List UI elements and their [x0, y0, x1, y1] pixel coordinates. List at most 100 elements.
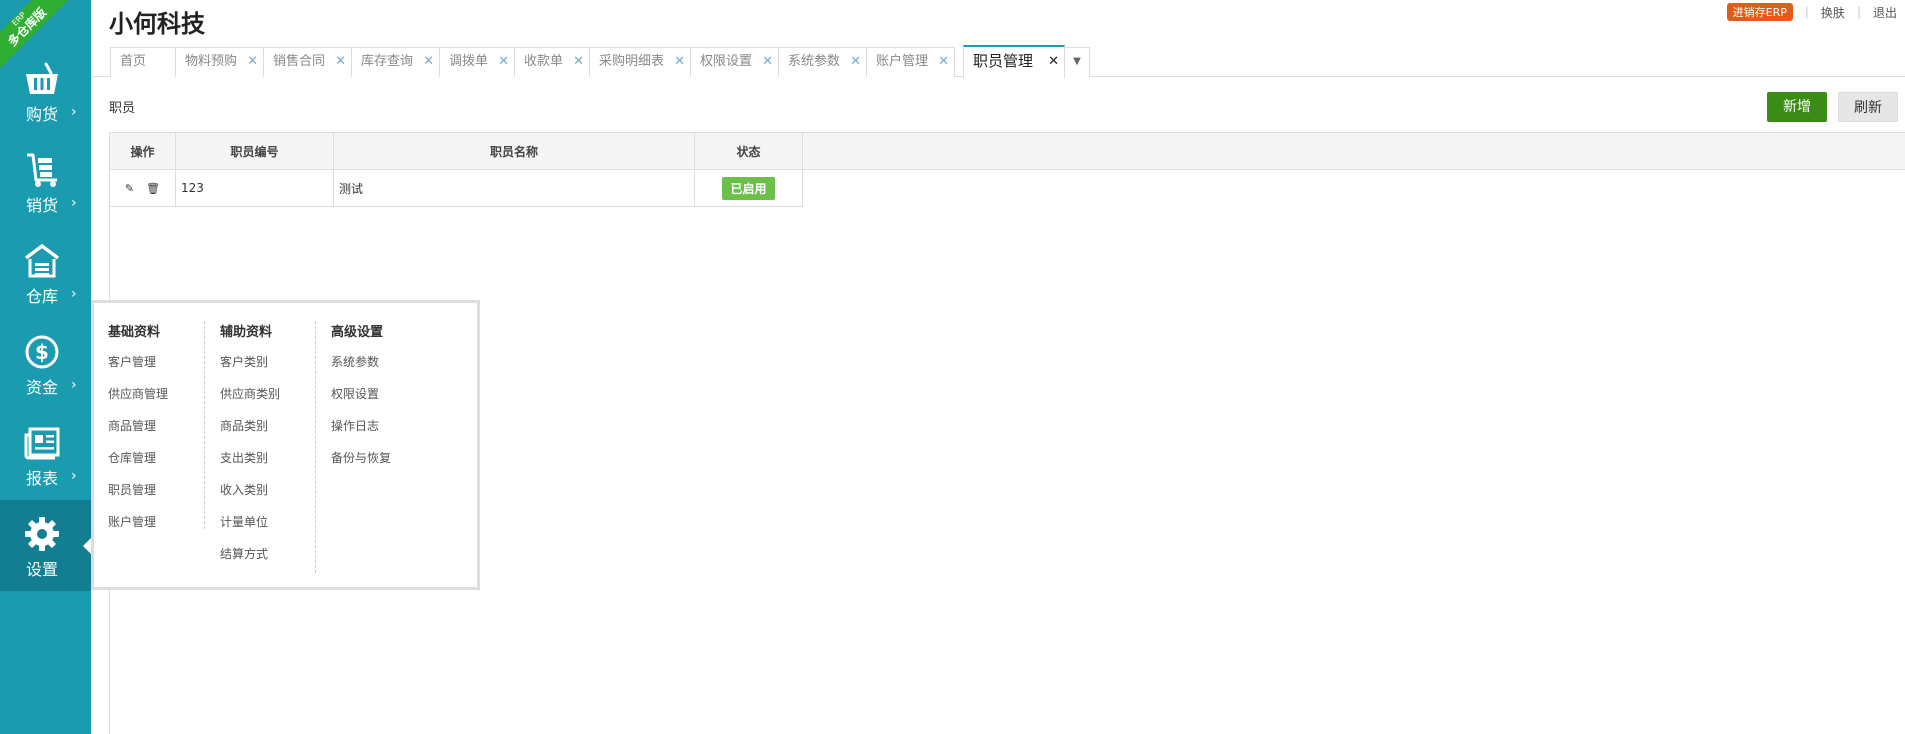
caret-down-icon: ▼ — [1073, 56, 1081, 67]
dollar-icon: $ — [25, 335, 59, 369]
column-divider — [315, 321, 316, 573]
menu-column-title: 辅助资料 — [220, 325, 273, 340]
column-divider — [204, 321, 205, 529]
close-icon[interactable]: ✕ — [1048, 47, 1059, 76]
close-icon[interactable]: ✕ — [573, 48, 584, 76]
close-icon[interactable]: ✕ — [498, 48, 509, 76]
table-row[interactable]: ✎ 🗑 123 测试 已启用 — [109, 169, 803, 207]
sidebar: ERP 多仓库版 购货 › 销货 › 仓库 › $ 资金 › 报表 › 设置 — [0, 0, 91, 734]
menu-item-product-management[interactable]: 商品管理 — [108, 417, 168, 436]
tab-more-dropdown[interactable]: ▼ — [1064, 47, 1090, 77]
menu-item-permissions[interactable]: 权限设置 — [331, 385, 391, 404]
menu-item-settlement-method[interactable]: 结算方式 — [220, 545, 280, 564]
chevron-right-icon: › — [71, 286, 77, 302]
add-button[interactable]: 新增 — [1767, 92, 1827, 122]
tab-permissions[interactable]: 权限设置 ✕ — [690, 47, 779, 77]
tab-system-params[interactable]: 系统参数 ✕ — [778, 47, 867, 77]
skin-link[interactable]: 换肤 — [1821, 4, 1845, 21]
staff-table: 操作 职员编号 职员名称 状态 ✎ 🗑 123 测试 已启用 — [109, 132, 803, 207]
nav-item-finance[interactable]: $ 资金 › — [0, 318, 91, 409]
menu-item-account-management[interactable]: 账户管理 — [108, 513, 168, 532]
close-icon[interactable]: ✕ — [938, 48, 949, 76]
delete-icon[interactable]: 🗑 — [146, 182, 160, 195]
table-header-extension — [801, 132, 1905, 170]
tab-account-management[interactable]: 账户管理 ✕ — [866, 47, 955, 77]
menu-item-measurement-unit[interactable]: 计量单位 — [220, 513, 280, 532]
settings-flyout-menu: 基础资料 客户管理 供应商管理 商品管理 仓库管理 职员管理 账户管理 辅助资料… — [91, 300, 480, 590]
col-header-actions: 操作 — [109, 132, 176, 170]
menu-column-basic: 基础资料 客户管理 供应商管理 商品管理 仓库管理 职员管理 账户管理 — [108, 321, 168, 532]
tab-label: 账户管理 — [876, 54, 929, 69]
menu-item-staff-management[interactable]: 职员管理 — [108, 481, 168, 500]
tab-label: 调拨单 — [449, 54, 489, 69]
warehouse-icon — [24, 244, 60, 278]
tab-bar: 首页 物料预购 ✕ 销售合同 ✕ 库存查询 ✕ 调拨单 ✕ 收款单 ✕ 采购明细… — [91, 45, 1905, 78]
tab-sales-contract[interactable]: 销售合同 ✕ — [263, 47, 352, 77]
col-header-name[interactable]: 职员名称 — [333, 132, 695, 170]
chevron-right-icon: › — [71, 377, 77, 393]
active-caret — [83, 538, 91, 554]
close-icon[interactable]: ✕ — [762, 48, 773, 76]
tab-label: 销售合同 — [273, 54, 326, 69]
brand-title: 小何科技 — [109, 10, 205, 38]
tab-purchase-details[interactable]: 采购明细表 ✕ — [589, 47, 691, 77]
erp-badge[interactable]: 进销存ERP — [1726, 3, 1793, 21]
status-badge: 已启用 — [722, 176, 775, 200]
nav-item-purchase[interactable]: 购货 › — [0, 45, 91, 136]
menu-item-operation-log[interactable]: 操作日志 — [331, 417, 391, 436]
basket-icon — [26, 62, 58, 94]
tab-label: 库存查询 — [361, 54, 414, 69]
close-icon[interactable]: ✕ — [423, 48, 434, 76]
logout-link[interactable]: 退出 — [1873, 4, 1897, 21]
report-icon — [24, 427, 60, 460]
nav-item-warehouse[interactable]: 仓库 › — [0, 227, 91, 318]
nav-label: 设置 — [25, 560, 58, 579]
menu-column-auxiliary: 辅助资料 客户类别 供应商类别 商品类别 支出类别 收入类别 计量单位 结算方式 — [220, 321, 280, 564]
nav-item-sales[interactable]: 销货 › — [0, 136, 91, 227]
tab-inventory-query[interactable]: 库存查询 ✕ — [351, 47, 440, 77]
menu-item-income-category[interactable]: 收入类别 — [220, 481, 280, 500]
col-header-code[interactable]: 职员编号 — [175, 132, 334, 170]
cart-icon — [27, 153, 57, 187]
tab-label: 采购明细表 — [599, 54, 665, 69]
menu-item-expense-category[interactable]: 支出类别 — [220, 449, 280, 468]
close-icon[interactable]: ✕ — [335, 48, 346, 76]
svg-text:$: $ — [35, 340, 49, 364]
tab-receipt[interactable]: 收款单 ✕ — [514, 47, 590, 77]
cell-status: 已启用 — [694, 169, 803, 207]
gear-icon — [25, 517, 59, 551]
nav-item-settings[interactable]: 设置 — [0, 500, 91, 591]
row-actions: ✎ 🗑 — [109, 169, 176, 207]
tab-label: 权限设置 — [700, 54, 753, 69]
menu-column-title: 基础资料 — [108, 325, 161, 340]
tab-material-prepurchase[interactable]: 物料预购 ✕ — [175, 47, 264, 77]
section-title: 职员 — [109, 101, 136, 116]
menu-item-customer-category[interactable]: 客户类别 — [220, 353, 280, 372]
close-icon[interactable]: ✕ — [247, 48, 258, 76]
chevron-right-icon: › — [71, 468, 77, 484]
tab-label: 系统参数 — [788, 54, 841, 69]
menu-item-supplier-category[interactable]: 供应商类别 — [220, 385, 280, 404]
menu-item-backup-restore[interactable]: 备份与恢复 — [331, 449, 391, 468]
close-icon[interactable]: ✕ — [850, 48, 861, 76]
menu-item-warehouse-management[interactable]: 仓库管理 — [108, 449, 168, 468]
chevron-right-icon: › — [71, 195, 77, 211]
top-links: 进销存ERP | 换肤 | 退出 — [1726, 3, 1897, 21]
menu-item-supplier-management[interactable]: 供应商管理 — [108, 385, 168, 404]
tab-staff-management[interactable]: 职员管理 ✕ — [963, 45, 1065, 78]
edit-icon[interactable]: ✎ — [125, 182, 134, 195]
nav-item-reports[interactable]: 报表 › — [0, 409, 91, 500]
tab-home[interactable]: 首页 — [110, 47, 176, 77]
tab-transfer-order[interactable]: 调拨单 ✕ — [439, 47, 515, 77]
separator: | — [1856, 5, 1861, 19]
refresh-button[interactable]: 刷新 — [1838, 92, 1898, 122]
menu-column-advanced: 高级设置 系统参数 权限设置 操作日志 备份与恢复 — [331, 321, 391, 468]
close-icon[interactable]: ✕ — [674, 48, 685, 76]
menu-item-product-category[interactable]: 商品类别 — [220, 417, 280, 436]
col-header-status[interactable]: 状态 — [694, 132, 803, 170]
menu-item-customer-management[interactable]: 客户管理 — [108, 353, 168, 372]
tab-label: 职员管理 — [973, 52, 1034, 70]
menu-item-system-params[interactable]: 系统参数 — [331, 353, 391, 372]
separator: | — [1804, 5, 1809, 19]
chevron-right-icon: › — [71, 104, 77, 120]
